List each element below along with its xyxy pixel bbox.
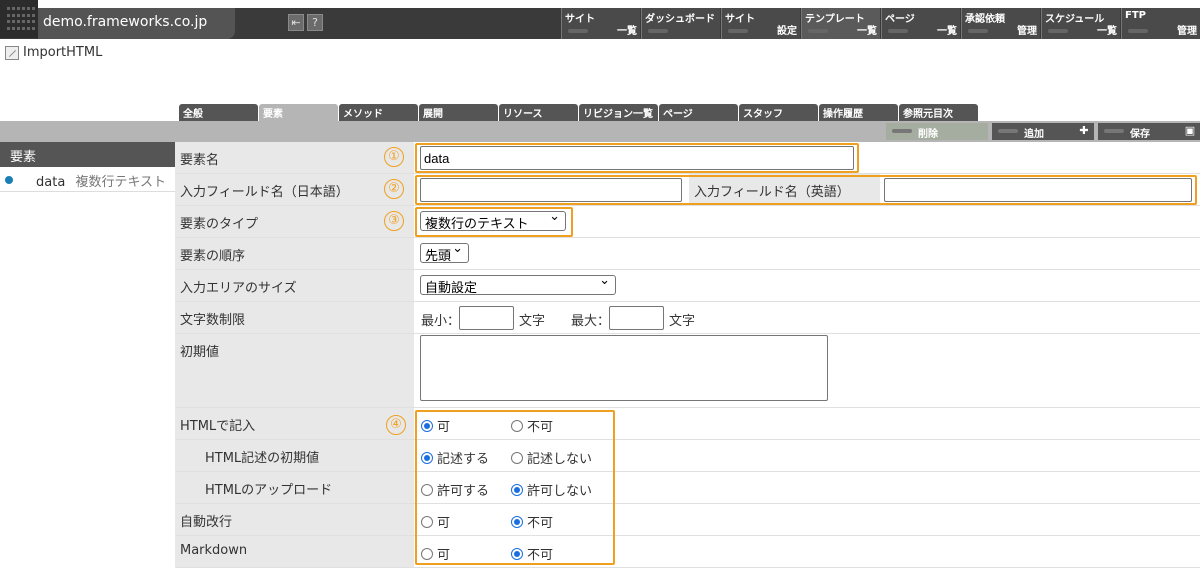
breadcrumb: ImportHTML bbox=[5, 45, 102, 60]
breadcrumb-label: ImportHTML bbox=[23, 45, 103, 60]
area-size-select[interactable]: 自動設定 bbox=[420, 273, 616, 296]
min-label: 最小： bbox=[421, 314, 461, 329]
nav-site-settings[interactable]: サイト 設定 bbox=[721, 8, 800, 39]
html-input-label: HTMLで記入 bbox=[175, 408, 414, 439]
html-initial-label: HTML記述の初期値 bbox=[175, 440, 414, 471]
delete-button[interactable]: 削除 bbox=[886, 123, 988, 140]
char-limit-label: 文字数制限 bbox=[175, 302, 414, 333]
save-icon: ▣ bbox=[1184, 124, 1196, 137]
row-element-type: 要素のタイプ 複数行のテキスト bbox=[175, 206, 1200, 238]
initial-value-label: 初期値 bbox=[175, 334, 414, 407]
highlight-4 bbox=[415, 410, 615, 565]
area-size-label: 入力エリアのサイズ bbox=[175, 270, 414, 301]
tab-staff[interactable]: スタッフ bbox=[739, 104, 818, 121]
highlight-2 bbox=[415, 175, 1197, 205]
tab-references[interactable]: 参照元目次 bbox=[899, 104, 978, 121]
max-unit: 文字 bbox=[669, 314, 696, 329]
plus-icon: ✚ bbox=[1079, 124, 1089, 137]
annotation-3: ③ bbox=[384, 211, 404, 231]
element-order-label: 要素の順序 bbox=[175, 238, 414, 269]
nav-page-list[interactable]: ページ 一覧 bbox=[881, 8, 960, 39]
annotation-1: ① bbox=[384, 147, 404, 167]
markdown-label: Markdown bbox=[175, 536, 414, 567]
nav-approval-manage[interactable]: 承認依頼 管理 bbox=[961, 8, 1040, 39]
max-label: 最大： bbox=[571, 314, 611, 329]
element-name-label: 要素名 bbox=[175, 142, 414, 173]
row-initial-value: 初期値 bbox=[175, 334, 1200, 408]
annotation-4: ④ bbox=[386, 415, 406, 435]
tab-methods[interactable]: メソッド bbox=[339, 104, 418, 121]
tab-pages[interactable]: ページ bbox=[659, 104, 738, 121]
auto-break-label: 自動改行 bbox=[175, 504, 414, 535]
nav-dashboard[interactable]: ダッシュボード bbox=[641, 8, 720, 39]
highlight-1 bbox=[415, 143, 859, 173]
save-button[interactable]: 保存 ▣ bbox=[1098, 123, 1200, 140]
highlight-3 bbox=[415, 207, 573, 237]
tab-resources[interactable]: リソース bbox=[499, 104, 578, 121]
back-icon[interactable]: ⇤ bbox=[288, 14, 304, 31]
bullet-icon bbox=[5, 176, 13, 184]
annotation-2: ② bbox=[384, 179, 404, 199]
tab-history[interactable]: 操作履歴 bbox=[819, 104, 898, 121]
sidebar-item-name: data bbox=[36, 175, 66, 190]
row-char-limit: 文字数制限 最小： 文字 最大： 文字 bbox=[175, 302, 1200, 334]
tab-general[interactable]: 全般 bbox=[179, 104, 258, 121]
row-element-order: 要素の順序 先頭 bbox=[175, 238, 1200, 270]
element-type-label: 要素のタイプ bbox=[175, 206, 414, 237]
nav-ftp-manage[interactable]: FTP 管理 bbox=[1121, 8, 1200, 39]
top-bar: demo.frameworks.co.jp ⇤ ? サイト 一覧 ダッシュボード… bbox=[0, 0, 1200, 39]
field-name-ja-label: 入力フィールド名（日本語） bbox=[175, 174, 414, 205]
max-chars-input[interactable] bbox=[609, 306, 664, 330]
sidebar-item-type: 複数行テキスト bbox=[75, 175, 167, 190]
initial-value-textarea[interactable] bbox=[420, 335, 828, 401]
row-auto-break: 自動改行 可 不可 bbox=[175, 504, 1200, 536]
nav-site-list[interactable]: サイト 一覧 bbox=[561, 8, 640, 39]
app-logo-icon[interactable] bbox=[0, 0, 38, 38]
min-chars-input[interactable] bbox=[459, 306, 514, 330]
row-html-initial: HTML記述の初期値 記述する 記述しない bbox=[175, 440, 1200, 472]
tab-bar: 全般 要素 メソッド 展開 リソース リビジョン一覧 ページ スタッフ 操作履歴… bbox=[0, 104, 1200, 121]
help-icon[interactable]: ? bbox=[307, 14, 323, 31]
add-button[interactable]: 追加 ✚ bbox=[992, 123, 1094, 140]
row-markdown: Markdown 可 不可 bbox=[175, 536, 1200, 568]
sidebar-item-data[interactable]: data 複数行テキスト bbox=[0, 167, 175, 192]
tab-elements[interactable]: 要素 bbox=[259, 104, 338, 121]
row-html-input: HTMLで記入 可 不可 bbox=[175, 408, 1200, 440]
html-upload-label: HTMLのアップロード bbox=[175, 472, 414, 503]
element-order-select[interactable]: 先頭 bbox=[420, 241, 469, 264]
min-unit: 文字 bbox=[519, 314, 546, 329]
nav-schedule-list[interactable]: スケジュール 一覧 bbox=[1041, 8, 1120, 39]
nav-template-list[interactable]: テンプレート 一覧 bbox=[801, 8, 880, 39]
tab-revisions[interactable]: リビジョン一覧 bbox=[579, 104, 658, 121]
sidebar-heading: 要素 bbox=[0, 142, 175, 167]
row-area-size: 入力エリアのサイズ 自動設定 bbox=[175, 270, 1200, 302]
tab-deploy[interactable]: 展開 bbox=[419, 104, 498, 121]
site-name-tab[interactable]: demo.frameworks.co.jp bbox=[38, 8, 235, 39]
row-html-upload: HTMLのアップロード 許可する 許可しない bbox=[175, 472, 1200, 504]
template-icon bbox=[5, 45, 19, 60]
